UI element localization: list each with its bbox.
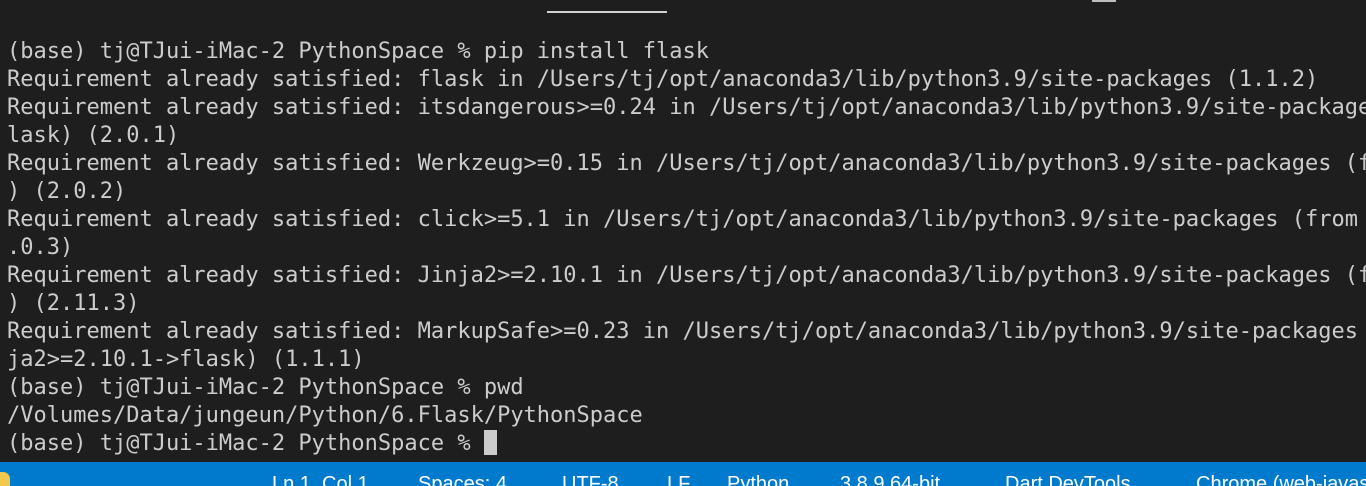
terminal-line: lask) (2.0.1) [7, 123, 180, 148]
active-panel-tab-indicator[interactable] [547, 11, 667, 13]
terminal-line: Requirement already satisfied: click>=5.… [7, 207, 1366, 232]
panel-toolbar-mark [1092, 0, 1116, 2]
status-dart-devtools[interactable]: Dart DevTools [1005, 472, 1131, 486]
terminal-line: /Volumes/Data/jungeun/Python/6.Flask/Pyt… [7, 403, 643, 428]
terminal-line: Requirement already satisfied: itsdanger… [7, 95, 1366, 120]
terminal-line: Requirement already satisfied: flask in … [7, 67, 1319, 92]
status-bar-left-icon[interactable] [0, 472, 10, 486]
terminal-line: Requirement already satisfied: Werkzeug>… [7, 151, 1366, 176]
terminal-line: (base) tj@TJui-iMac-2 PythonSpace % pwd [7, 375, 524, 400]
terminal-line: .0.3) [7, 235, 74, 260]
terminal-prompt-line[interactable]: (base) tj@TJui-iMac-2 PythonSpace % [7, 430, 1366, 458]
status-language-mode[interactable]: Python [727, 472, 789, 486]
terminal-line: (base) tj@TJui-iMac-2 PythonSpace % pip … [7, 39, 709, 64]
status-chrome-debug[interactable]: Chrome (web-javascript) [1196, 472, 1366, 486]
terminal-line: ) (2.0.2) [7, 179, 127, 204]
terminal-line: Requirement already satisfied: Jinja2>=2… [7, 263, 1366, 288]
terminal-prompt: (base) tj@TJui-iMac-2 PythonSpace % [7, 431, 484, 456]
status-end-of-line[interactable]: LF [667, 472, 690, 486]
status-encoding[interactable]: UTF-8 [562, 472, 619, 486]
terminal-output[interactable]: (base) tj@TJui-iMac-2 PythonSpace % pip … [7, 38, 1366, 460]
status-bar: Ln 1, Col 1 Spaces: 4 UTF-8 LF Python 3.… [0, 462, 1366, 486]
vscode-terminal-window: (base) tj@TJui-iMac-2 PythonSpace % pip … [0, 0, 1366, 486]
status-cursor-position[interactable]: Ln 1, Col 1 [272, 472, 369, 486]
status-indentation[interactable]: Spaces: 4 [418, 472, 507, 486]
terminal-line: Requirement already satisfied: MarkupSaf… [7, 319, 1366, 344]
terminal-line: ) (2.11.3) [7, 291, 140, 316]
terminal-cursor [483, 430, 497, 455]
status-python-interpreter[interactable]: 3.8.9 64-bit [840, 472, 940, 486]
terminal-line: ja2>=2.10.1->flask) (1.1.1) [7, 347, 365, 372]
